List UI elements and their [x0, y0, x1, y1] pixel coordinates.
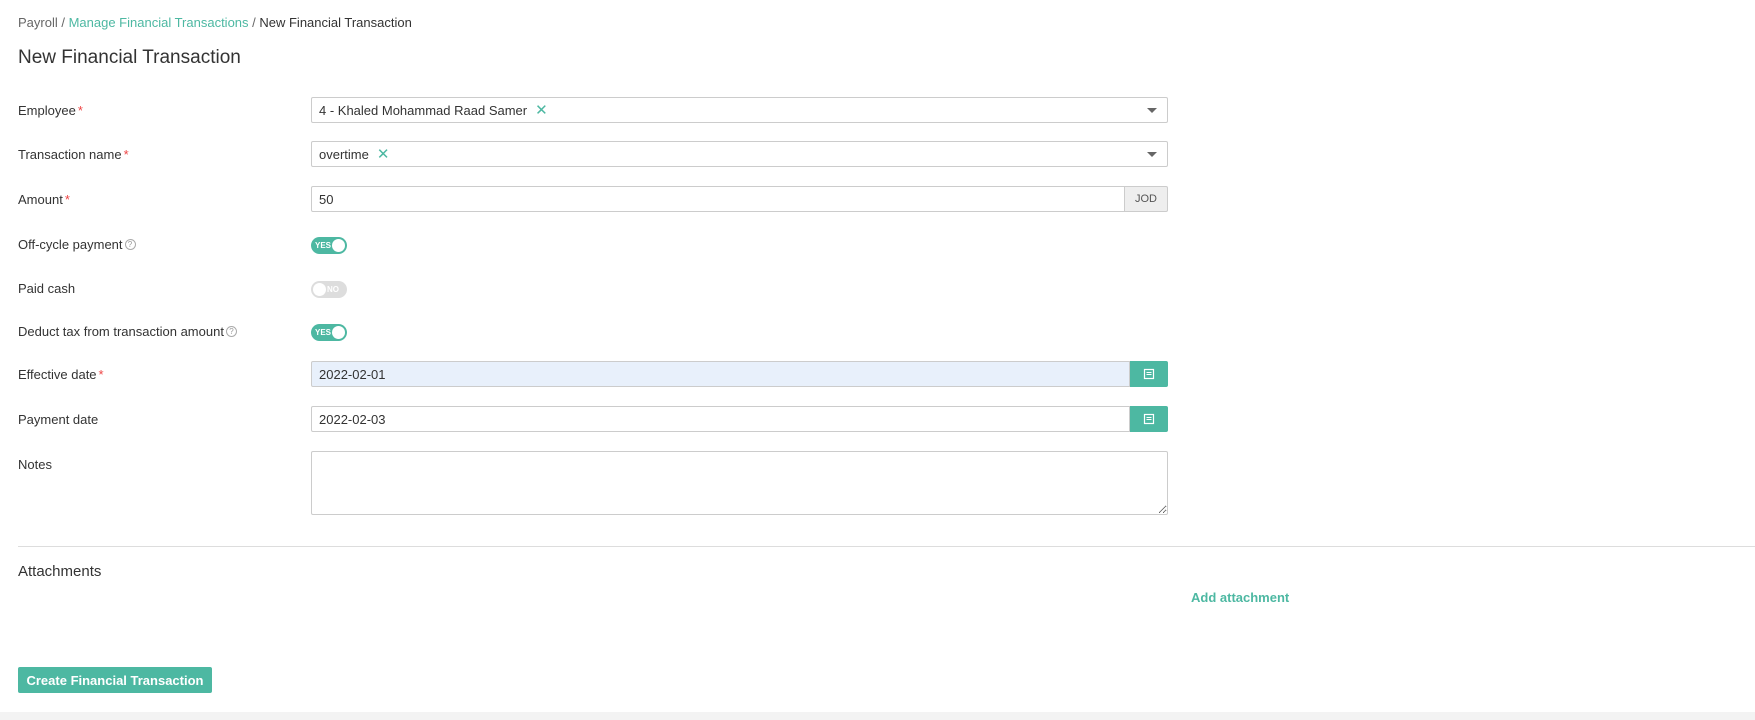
toggle-knob	[313, 283, 326, 296]
breadcrumb-root[interactable]: Payroll	[18, 15, 58, 30]
attachments-title: Attachments	[18, 563, 102, 580]
help-icon[interactable]: ?	[225, 326, 237, 337]
transaction-name-label-text: Transaction name	[18, 147, 122, 162]
deduct-tax-toggle[interactable]: YES	[311, 324, 347, 341]
required-mark: *	[64, 192, 70, 207]
clear-icon[interactable]: ✕	[377, 147, 390, 162]
amount-label: Amount *	[18, 192, 70, 207]
transaction-name-label: Transaction name *	[18, 147, 129, 162]
payment-date-label-text: Payment date	[18, 412, 99, 427]
page-title: New Financial Transaction	[18, 47, 241, 68]
notes-label-text: Notes	[18, 457, 52, 472]
payment-date-row: Payment date	[18, 406, 1168, 434]
amount-row: Amount* JOD	[18, 186, 1168, 214]
deduct-tax-label: Deduct tax from transaction amount?	[18, 324, 237, 339]
toggle-state-text: YES	[315, 241, 332, 250]
off-cycle-payment-row: Off-cycle payment? YES	[18, 231, 1168, 259]
breadcrumb: Payroll / Manage Financial Transactions …	[18, 15, 412, 30]
breadcrumb-parent-link[interactable]: Manage Financial Transactions	[69, 15, 249, 30]
employee-label-text: Employee	[18, 103, 76, 118]
calendar-button[interactable]	[1130, 406, 1168, 432]
paid-cash-label: Paid cash	[18, 281, 75, 296]
paid-cash-toggle[interactable]: NO	[311, 281, 347, 298]
effective-date-row: Effective date *	[18, 361, 1168, 389]
chevron-down-icon[interactable]	[1147, 108, 1157, 113]
required-mark: *	[123, 147, 129, 162]
currency-addon: JOD	[1125, 186, 1168, 212]
effective-date-label-text: Effective date	[18, 367, 97, 382]
deduct-tax-row: Deduct tax from transaction amount? YES	[18, 318, 1168, 346]
add-attachment-link[interactable]: Add attachment	[1191, 590, 1289, 605]
toggle-knob	[332, 239, 345, 252]
transaction-name-select-value: overtime	[319, 146, 369, 162]
calendar-button[interactable]	[1130, 361, 1168, 387]
chevron-down-icon[interactable]	[1147, 152, 1157, 157]
off-cycle-payment-label-text: Off-cycle payment	[18, 237, 123, 252]
notes-textarea[interactable]	[311, 451, 1168, 515]
notes-label: Notes	[18, 457, 52, 472]
breadcrumb-separator: /	[248, 15, 260, 30]
deduct-tax-label-text: Deduct tax from transaction amount	[18, 324, 224, 339]
toggle-state-text: NO	[327, 285, 339, 294]
transaction-name-select-wrapper: overtime ✕	[311, 141, 1168, 167]
employee-select-wrapper: 4 - Khaled Mohammad Raad Samer ✕	[311, 97, 1168, 123]
effective-date-label: Effective date *	[18, 367, 104, 382]
off-cycle-payment-label: Off-cycle payment?	[18, 237, 136, 252]
transaction-name-row: Transaction name * overtime ✕	[18, 141, 1168, 169]
effective-date-input[interactable]	[311, 361, 1130, 387]
section-divider	[18, 546, 1755, 547]
payment-date-input-group	[311, 406, 1168, 432]
amount-input-group: JOD	[311, 186, 1168, 212]
toggle-knob	[332, 326, 345, 339]
breadcrumb-current: New Financial Transaction	[259, 15, 412, 30]
help-icon[interactable]: ?	[124, 239, 136, 250]
required-mark: *	[98, 367, 104, 382]
toggle-state-text: YES	[315, 328, 332, 337]
payment-date-input[interactable]	[311, 406, 1130, 432]
required-mark: *	[77, 103, 83, 118]
calendar-icon	[1143, 368, 1155, 380]
transaction-name-select[interactable]: overtime ✕	[311, 141, 1168, 167]
paid-cash-label-text: Paid cash	[18, 281, 76, 296]
calendar-icon	[1143, 413, 1155, 425]
clear-icon[interactable]: ✕	[535, 103, 548, 118]
effective-date-input-group	[311, 361, 1168, 387]
paid-cash-row: Paid cash NO	[18, 275, 1168, 303]
amount-input[interactable]	[311, 186, 1125, 212]
employee-select[interactable]: 4 - Khaled Mohammad Raad Samer ✕	[311, 97, 1168, 123]
employee-row: Employee * 4 - Khaled Mohammad Raad Samer…	[18, 97, 1168, 125]
payment-date-label: Payment date	[18, 412, 98, 427]
notes-row: Notes	[18, 451, 1168, 515]
amount-label-text: Amount	[18, 192, 63, 207]
create-financial-transaction-button[interactable]: Create Financial Transaction	[18, 667, 212, 693]
off-cycle-payment-toggle[interactable]: YES	[311, 237, 347, 254]
breadcrumb-separator: /	[57, 15, 69, 30]
employee-label: Employee *	[18, 103, 83, 118]
employee-select-value: 4 - Khaled Mohammad Raad Samer	[319, 102, 528, 118]
page: Payroll / Manage Financial Transactions …	[0, 0, 1755, 712]
